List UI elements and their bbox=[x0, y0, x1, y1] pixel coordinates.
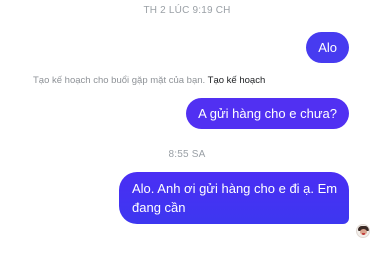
message-text: Alo. Anh ơi gửi hàng cho e đi ạ. Em đang… bbox=[132, 181, 338, 215]
message-text: A gửi hàng cho e chưa? bbox=[198, 106, 337, 121]
message-bubble-sent[interactable]: Alo bbox=[306, 32, 349, 63]
plan-hint: Tạo kế hoạch cho buổi gặp mặt của bạn. T… bbox=[33, 75, 265, 86]
plan-hint-text: Tạo kế hoạch cho buổi gặp mặt của bạn. bbox=[33, 75, 206, 86]
seen-avatar-icon bbox=[356, 224, 370, 238]
message-bubble-sent[interactable]: Alo. Anh ơi gửi hàng cho e đi ạ. Em đang… bbox=[119, 172, 349, 224]
create-plan-link[interactable]: Tạo kế hoạch bbox=[208, 75, 266, 86]
message-text: Alo bbox=[318, 40, 337, 55]
message-timestamp: 8:55 SA bbox=[168, 149, 206, 160]
conversation-timestamp: TH 2 LÚC 9:19 CH bbox=[143, 5, 231, 16]
message-bubble-sent[interactable]: A gửi hàng cho e chưa? bbox=[186, 98, 349, 129]
